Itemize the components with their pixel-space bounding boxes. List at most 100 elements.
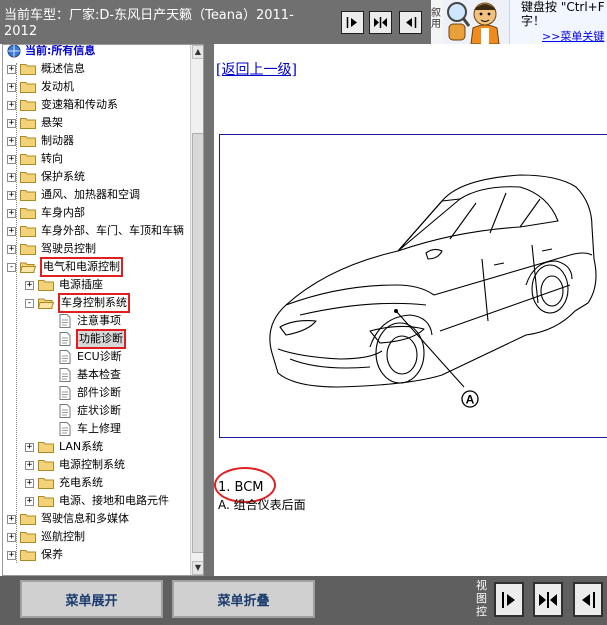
expand-icon[interactable]: + [7, 190, 16, 200]
expand-left-button[interactable] [399, 11, 422, 34]
expand-icon[interactable]: + [7, 550, 16, 560]
tree-item[interactable]: ECU诊断 [59, 348, 123, 366]
expand-left-icon [406, 17, 417, 28]
tree-item[interactable]: + 概述信息 [7, 60, 86, 78]
tree-item[interactable]: + 悬架 [7, 114, 64, 132]
folder-icon [20, 81, 36, 93]
menu-keyword-link[interactable]: >>菜单关键 [542, 28, 604, 44]
globe-icon [7, 45, 21, 58]
collapse-icon[interactable]: - [7, 262, 16, 272]
document-icon [59, 368, 71, 382]
folder-icon [38, 441, 54, 453]
tree-item[interactable]: + 通风、加热器和空调 [7, 186, 141, 204]
expand-icon[interactable]: + [25, 280, 34, 290]
tree-item[interactable]: + 发动机 [7, 78, 75, 96]
view-expand-right-button[interactable] [494, 582, 524, 617]
scrollbar-thumb[interactable] [192, 133, 203, 553]
back-link[interactable]: [返回上一级] [216, 59, 297, 79]
folder-icon [20, 243, 36, 255]
expand-icon[interactable]: + [7, 100, 16, 110]
menu-expand-button[interactable]: 菜单展开 [20, 580, 163, 618]
tree-item[interactable]: + 车身外部、车门、车顶和车辆 [7, 222, 185, 240]
expand-icon[interactable]: + [7, 136, 16, 146]
document-icon [59, 386, 71, 400]
tree-item[interactable]: + 巡航控制 [7, 528, 86, 546]
tree-item[interactable]: + 驾驶信息和多媒体 [7, 510, 130, 528]
expand-icon[interactable]: + [7, 514, 16, 524]
expand-icon[interactable]: + [7, 226, 16, 236]
expand-icon[interactable]: + [25, 478, 34, 488]
expand-icon[interactable]: + [7, 172, 16, 182]
tree-item-label: 驾驶信息和多媒体 [41, 512, 129, 525]
tree-item[interactable]: + 电源插座 [25, 276, 104, 294]
tree-item-label: 电源插座 [59, 278, 103, 291]
tree-scrollbar[interactable]: ▲ ▼ [190, 45, 203, 575]
expand-icon[interactable]: + [7, 208, 16, 218]
tree-item[interactable]: + 充电系统 [25, 474, 104, 492]
expand-icon[interactable]: + [7, 64, 16, 74]
tree-item[interactable]: + 保护系统 [7, 168, 86, 186]
expand-right-button[interactable] [341, 11, 364, 34]
expand-icon[interactable]: + [25, 460, 34, 470]
scroll-down-icon[interactable]: ▼ [192, 561, 203, 575]
vehicle-diagram: A [219, 134, 607, 438]
expand-icon[interactable]: + [7, 118, 16, 128]
tree-item[interactable]: 车上修理 [59, 420, 122, 438]
tree-item[interactable]: + 转向 [7, 150, 64, 168]
folder-icon [20, 549, 36, 561]
tree-item-label: 基本检查 [77, 368, 121, 381]
view-split-button[interactable] [533, 582, 563, 617]
scroll-up-icon[interactable]: ▲ [192, 45, 203, 59]
tree-item[interactable]: 功能诊断 [59, 329, 126, 349]
expand-icon[interactable]: + [25, 496, 34, 506]
tree-item-label: 功能诊断 [76, 329, 126, 349]
expand-icon[interactable]: + [7, 244, 16, 254]
expand-icon[interactable]: + [7, 154, 16, 164]
tree-item[interactable]: - 电气和电源控制 [7, 257, 123, 277]
help-text: 键盘按 "Ctrl+F 字！ [521, 0, 607, 28]
folder-icon [20, 225, 36, 237]
tree-item[interactable]: 部件诊断 [59, 384, 122, 402]
tree-item-label: 悬架 [41, 116, 63, 129]
help-text-line1: 键盘按 "Ctrl+F [521, 0, 605, 14]
folder-icon [38, 477, 54, 489]
tree-item[interactable]: - 车身控制系统 [25, 293, 130, 313]
tree-item-label: 症状诊断 [77, 404, 121, 417]
tree-item-label: 车身控制系统 [58, 293, 130, 313]
tree-item-label: LAN系统 [59, 440, 104, 453]
expand-icon[interactable]: + [25, 442, 34, 452]
tree-item[interactable]: + 车身内部 [7, 204, 86, 222]
tree-item[interactable]: + 电源、接地和电路元件 [25, 492, 170, 510]
folder-icon [20, 171, 36, 183]
folder-open-icon [37, 297, 55, 309]
tree-item-label: 部件诊断 [77, 386, 121, 399]
expand-icon[interactable]: + [7, 532, 16, 542]
split-view-button[interactable] [369, 11, 392, 34]
tree-item[interactable]: 症状诊断 [59, 402, 122, 420]
help-box: 键盘按 "Ctrl+F 字！ >>菜单关键 [509, 0, 607, 44]
pane-divider[interactable] [204, 44, 214, 576]
expand-icon[interactable]: + [7, 82, 16, 92]
tree-item[interactable]: + 电源控制系统 [25, 456, 126, 474]
menu-collapse-button[interactable]: 菜单折叠 [172, 580, 315, 618]
tree-item-label: 转向 [41, 152, 63, 165]
help-strip: 叙用 [431, 0, 443, 44]
tree-item-label: 注意事项 [77, 314, 121, 327]
tree-item-label: 电源控制系统 [59, 458, 125, 471]
tree-item[interactable]: 注意事项 [59, 312, 122, 330]
folder-icon [20, 207, 36, 219]
folder-icon [38, 279, 54, 291]
tree-item[interactable]: 基本检查 [59, 366, 122, 384]
tree-item[interactable]: + 保养 [7, 546, 64, 564]
expand-right-icon [502, 591, 515, 608]
view-expand-left-button[interactable] [573, 582, 603, 617]
tree-root[interactable]: 当前:所有信息 [7, 45, 96, 60]
collapse-icon[interactable]: - [25, 298, 34, 308]
document-icon [59, 314, 71, 328]
tree-item[interactable]: + 制动器 [7, 132, 75, 150]
tree-item[interactable]: + 驾驶员控制 [7, 240, 97, 258]
folder-icon [20, 513, 36, 525]
tree-item[interactable]: + 变速箱和传动系 [7, 96, 119, 114]
bottom-bar: 菜单展开 菜单折叠 视图控 [0, 576, 607, 625]
tree-item[interactable]: + LAN系统 [25, 438, 104, 456]
